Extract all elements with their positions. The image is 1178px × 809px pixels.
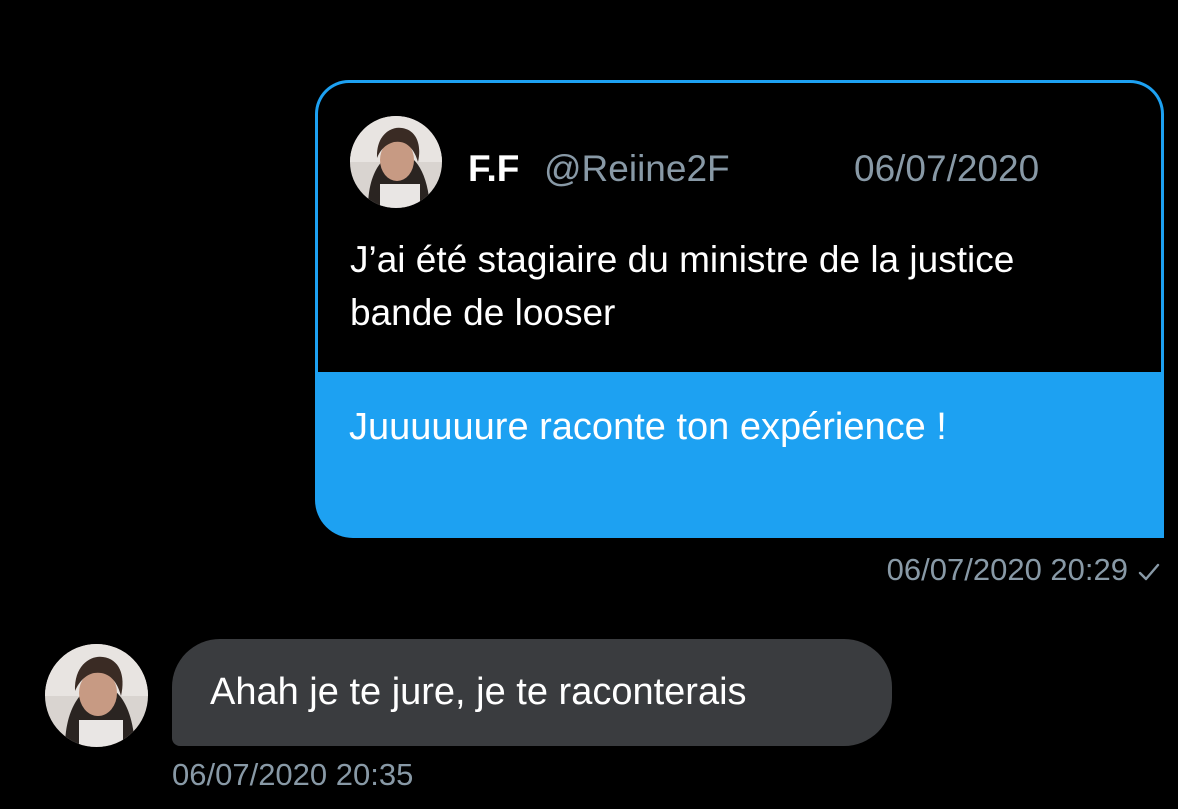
sent-message-bubble: Juuuuuure raconte ton expérience ! (315, 372, 1164, 538)
received-message-bubble[interactable]: Ahah je te jure, je te raconterais (172, 639, 892, 746)
quoted-tweet-text: J’ai été stagiaire du ministre de la jus… (350, 239, 1015, 333)
received-message-timestamp: 06/07/2020 20:35 (172, 757, 414, 792)
quoted-tweet-card[interactable]: F.F @Reiine2F 06/07/2020 J’ai été stagia… (315, 80, 1164, 372)
quoted-tweet-display-name: F.F (468, 148, 520, 189)
sent-message-meta: 06/07/2020 20:29 (887, 552, 1162, 588)
sent-message[interactable]: F.F @Reiine2F 06/07/2020 J’ai été stagia… (315, 80, 1164, 538)
quoted-tweet-date: 06/07/2020 (854, 148, 1040, 189)
profile-photo-avatar-icon (45, 644, 148, 747)
received-message-avatar[interactable] (45, 644, 148, 747)
check-icon (1136, 557, 1162, 583)
received-message-text: Ahah je te jure, je te raconterais (210, 671, 747, 713)
profile-photo-avatar-icon (350, 116, 442, 208)
quoted-tweet-handle: @Reiine2F (544, 148, 730, 189)
sent-message-timestamp: 06/07/2020 20:29 (886, 552, 1128, 587)
quoted-tweet-avatar[interactable] (350, 116, 442, 208)
